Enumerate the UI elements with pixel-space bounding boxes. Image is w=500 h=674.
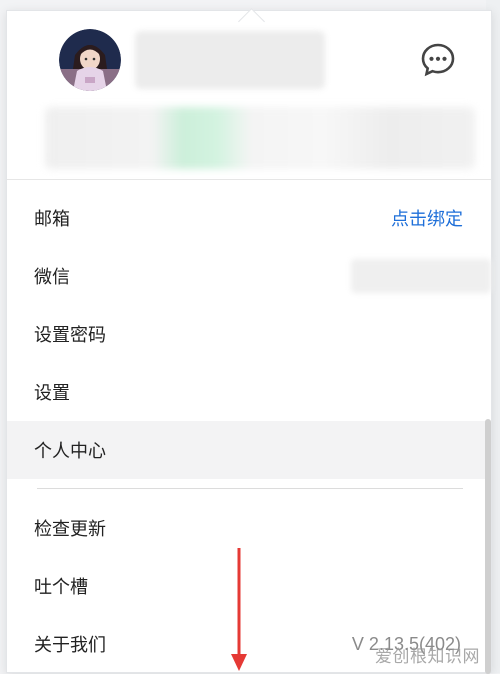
bind-email-link[interactable]: 点击绑定 <box>391 205 463 231</box>
scrollbar-thumb[interactable] <box>485 419 491 674</box>
menu-item-personal-center[interactable]: 个人中心 <box>7 421 491 479</box>
red-down-arrow-icon <box>231 548 247 671</box>
chat-bubble-icon <box>421 43 455 77</box>
menu-item-label: 吐个槽 <box>34 577 88 597</box>
profile-header <box>7 11 491 179</box>
account-stats-redacted <box>45 107 475 169</box>
header-divider <box>7 179 491 180</box>
menu-item-set-password[interactable]: 设置密码 <box>7 305 491 363</box>
avatar-image <box>59 29 121 91</box>
menu-item-wechat[interactable]: 微信 <box>7 247 491 305</box>
menu-item-email[interactable]: 邮箱 点击绑定 <box>7 189 491 247</box>
menu-item-label: 关于我们 <box>34 635 106 655</box>
menu-item-label: 个人中心 <box>34 441 106 461</box>
section-divider <box>37 488 463 489</box>
avatar[interactable] <box>59 29 121 91</box>
username-redacted <box>135 31 325 89</box>
menu-item-label: 设置密码 <box>34 325 106 345</box>
menu-item-settings[interactable]: 设置 <box>7 363 491 421</box>
menu-item-label: 邮箱 <box>34 209 70 229</box>
message-button[interactable] <box>419 41 457 79</box>
menu-item-label: 检查更新 <box>34 519 106 539</box>
menu-item-label: 设置 <box>34 383 70 403</box>
wechat-account-redacted <box>351 259 491 293</box>
watermark: 爱创根知识网 <box>375 647 480 666</box>
menu-item-label: 微信 <box>34 267 70 287</box>
